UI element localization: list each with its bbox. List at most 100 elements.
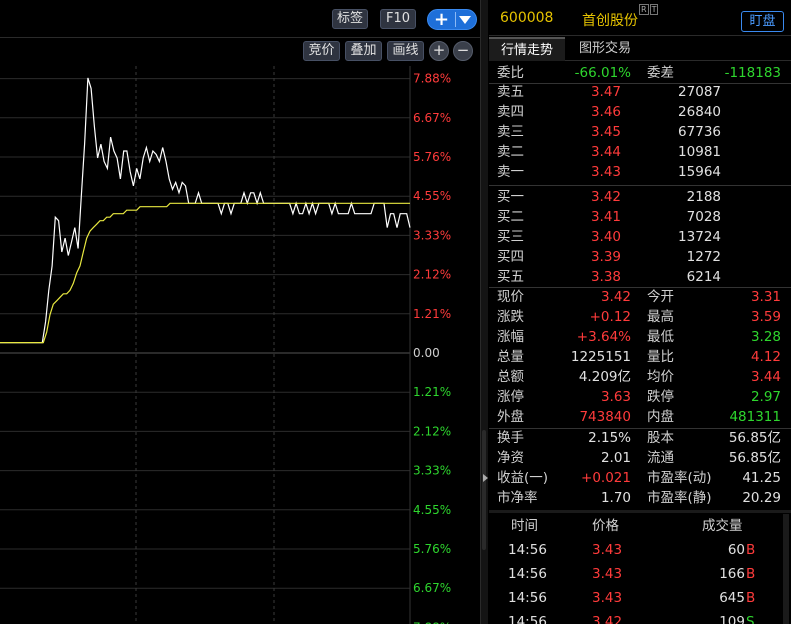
volume-header: 成交量 bbox=[702, 518, 743, 534]
bid-button[interactable]: 竞价 bbox=[303, 41, 340, 61]
order-level-label: 买五 bbox=[497, 269, 524, 285]
order-price: 3.42 bbox=[590, 189, 621, 205]
weicha-label: 委差 bbox=[647, 65, 674, 81]
y-tick-label: 1.21% bbox=[413, 307, 451, 321]
trade-row[interactable]: 14:56 3.43 60 B bbox=[489, 538, 791, 562]
stat-row: 涨停 3.63 跌停 2.97 bbox=[489, 387, 791, 407]
stat-label: 总量 bbox=[497, 349, 524, 365]
order-price: 3.39 bbox=[590, 249, 621, 265]
y-tick-label: 2.12% bbox=[413, 268, 451, 282]
stat-label: 流通 bbox=[647, 450, 674, 466]
zoom-in-button[interactable]: + bbox=[429, 41, 449, 61]
order-row[interactable]: 卖四 3.46 26840 bbox=[489, 102, 791, 122]
order-volume: 10981 bbox=[678, 144, 721, 160]
watch-button[interactable]: 盯盘 bbox=[741, 11, 784, 32]
trade-time: 14:56 bbox=[508, 566, 547, 582]
tag-button[interactable]: 标签 bbox=[332, 9, 368, 29]
f10-button[interactable]: F10 bbox=[380, 9, 416, 29]
quote-panel: 600008 首创股份 RT 盯盘 行情走势 图形交易 委比 -66.01% 委… bbox=[489, 0, 791, 624]
stat-row: 外盘 743840 内盘 481311 bbox=[489, 407, 791, 427]
tab-market[interactable]: 行情走势 bbox=[489, 37, 565, 61]
stock-name: 首创股份 bbox=[582, 13, 638, 29]
collapse-arrow-icon[interactable] bbox=[483, 474, 488, 482]
splitter-handle[interactable] bbox=[482, 430, 486, 550]
trades-scrollbar[interactable] bbox=[783, 514, 789, 624]
stat-label: 市盈率(动) bbox=[647, 470, 712, 486]
chart-top-toolbar: 标签 F10 + bbox=[0, 0, 480, 38]
price-chart-svg: 7.88% 6.67% 5.76% 4.55% 3.33% 2.12% 1.21% 0.00 1… bbox=[0, 66, 451, 624]
order-volume: 15964 bbox=[678, 164, 721, 180]
draw-line-button[interactable]: 画线 bbox=[387, 41, 424, 61]
order-price: 3.38 bbox=[590, 269, 621, 285]
order-level-label: 卖四 bbox=[497, 104, 524, 120]
order-price: 3.45 bbox=[590, 124, 621, 140]
order-row[interactable]: 卖五 3.47 27087 bbox=[489, 82, 791, 102]
y-tick-label: 5.76% bbox=[413, 542, 451, 556]
zoom-out-button[interactable]: − bbox=[453, 41, 473, 61]
stat-label: 涨跌 bbox=[497, 309, 524, 325]
stat-value: +3.64% bbox=[576, 329, 631, 345]
time-header: 时间 bbox=[511, 518, 538, 534]
overlay-button[interactable]: 叠加 bbox=[345, 41, 382, 61]
trade-time: 14:56 bbox=[508, 542, 547, 558]
y-tick-label: 0.00 bbox=[413, 346, 440, 360]
price-chart[interactable]: 7.88% 6.67% 5.76% 4.55% 3.33% 2.12% 1.21% 0.00 1… bbox=[0, 66, 480, 624]
tab-graphic-trade[interactable]: 图形交易 bbox=[567, 37, 643, 61]
trade-row[interactable]: 14:56 3.43 166 B bbox=[489, 562, 791, 586]
average-price-line bbox=[0, 202, 410, 344]
stat-value: 3.44 bbox=[750, 369, 781, 385]
trades-header: 时间 价格 成交量 bbox=[489, 514, 791, 538]
order-level-label: 买二 bbox=[497, 209, 524, 225]
y-tick-label: 4.55% bbox=[413, 503, 451, 517]
stat-label: 市净率 bbox=[497, 490, 538, 506]
stat-label: 最高 bbox=[647, 309, 674, 325]
order-row[interactable]: 卖二 3.44 10981 bbox=[489, 142, 791, 162]
order-row[interactable]: 买四 3.39 1272 bbox=[489, 247, 791, 267]
y-tick-label: 2.12% bbox=[413, 424, 451, 438]
trade-side: B bbox=[746, 590, 756, 606]
weicha-value: -118183 bbox=[724, 65, 781, 81]
stat-value: 481311 bbox=[729, 409, 781, 425]
y-tick-label: 7.88% bbox=[413, 620, 451, 624]
stat-row: 市净率 1.70 市盈率(静) 20.29 bbox=[489, 488, 791, 508]
trade-row[interactable]: 14:56 3.42 109 S bbox=[489, 610, 791, 624]
stat-row: 涨幅 +3.64% 最低 3.28 bbox=[489, 327, 791, 347]
stat-value: 2.01 bbox=[600, 450, 631, 466]
trade-volume: 109 bbox=[719, 614, 745, 624]
order-row[interactable]: 买三 3.40 13724 bbox=[489, 227, 791, 247]
stat-value: 2.97 bbox=[750, 389, 781, 405]
order-level-label: 买一 bbox=[497, 189, 524, 205]
trade-price: 3.43 bbox=[592, 542, 623, 558]
price-header: 价格 bbox=[592, 518, 619, 534]
stat-value: 56.85亿 bbox=[728, 450, 781, 466]
chevron-down-icon[interactable] bbox=[459, 16, 471, 24]
rt-t-badge: T bbox=[649, 4, 659, 15]
trade-volume: 60 bbox=[727, 542, 745, 558]
trade-price: 3.43 bbox=[592, 590, 623, 606]
trade-row[interactable]: 14:56 3.43 645 B bbox=[489, 586, 791, 610]
order-level-label: 卖二 bbox=[497, 144, 524, 160]
order-volume: 13724 bbox=[678, 229, 721, 245]
order-volume: 27087 bbox=[678, 84, 721, 100]
stat-value: 3.28 bbox=[750, 329, 781, 345]
trade-time: 14:56 bbox=[508, 590, 547, 606]
order-row[interactable]: 买二 3.41 7028 bbox=[489, 207, 791, 227]
stat-label: 跌停 bbox=[647, 389, 674, 405]
stat-label: 净资 bbox=[497, 450, 524, 466]
order-price: 3.44 bbox=[590, 144, 621, 160]
y-tick-label: 5.76% bbox=[413, 150, 451, 164]
panel-splitter[interactable] bbox=[480, 0, 488, 624]
trade-side: B bbox=[746, 566, 756, 582]
order-row[interactable]: 卖一 3.43 15964 bbox=[489, 162, 791, 182]
stat-value: 743840 bbox=[579, 409, 631, 425]
add-dropdown-button[interactable]: + bbox=[427, 9, 477, 30]
order-row[interactable]: 卖三 3.45 67736 bbox=[489, 122, 791, 142]
stat-value: 56.85亿 bbox=[728, 430, 781, 446]
trade-price: 3.43 bbox=[592, 566, 623, 582]
order-row[interactable]: 买一 3.42 2188 bbox=[489, 187, 791, 207]
y-tick-label: 7.88% bbox=[413, 72, 451, 86]
y-tick-label: 4.55% bbox=[413, 189, 451, 203]
stat-value: +0.021 bbox=[581, 470, 631, 486]
order-row[interactable]: 买五 3.38 6214 bbox=[489, 267, 791, 287]
trade-side: B bbox=[746, 542, 756, 558]
